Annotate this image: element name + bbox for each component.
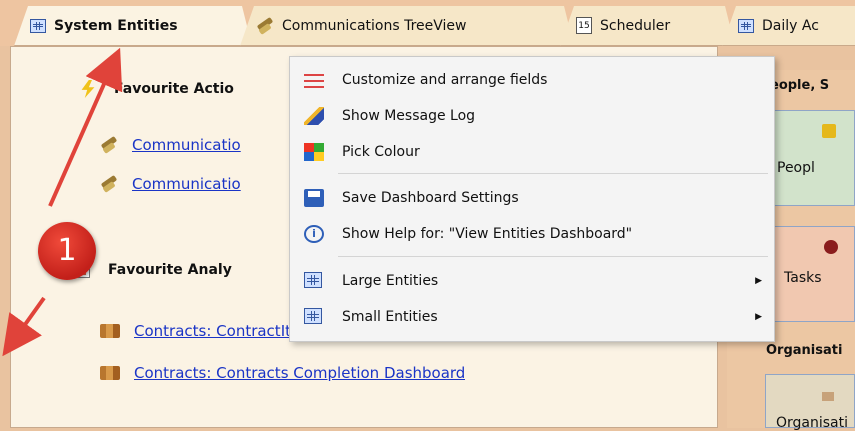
tab-daily-activities[interactable]: Daily Ac bbox=[722, 6, 855, 46]
tab-label: System Entities bbox=[54, 17, 178, 34]
link-text[interactable]: Communicatio bbox=[132, 175, 262, 193]
people-tile-label: Peopl bbox=[777, 160, 815, 176]
favourite-analyses-heading: Favourite Analy bbox=[72, 262, 232, 278]
tab-label: Communications TreeView bbox=[282, 17, 467, 34]
section-title: Favourite Actio bbox=[114, 81, 234, 97]
sliders-icon bbox=[304, 71, 324, 89]
quill-icon bbox=[256, 18, 274, 34]
menu-item-customize-fields[interactable]: Customize and arrange fields bbox=[290, 63, 774, 97]
menu-item-label: Large Entities bbox=[342, 273, 439, 289]
menu-item-pick-colour[interactable]: Pick Colour bbox=[290, 135, 774, 169]
calendar-icon: 15 bbox=[576, 17, 592, 34]
organisation-icon bbox=[822, 392, 834, 401]
people-tile[interactable] bbox=[762, 110, 855, 206]
menu-item-label: Small Entities bbox=[342, 309, 438, 325]
tab-communications-treeview[interactable]: Communications TreeView bbox=[240, 6, 574, 46]
tasks-tile-label: Tasks bbox=[784, 270, 822, 286]
pen-icon bbox=[304, 107, 324, 125]
menu-item-label: Show Message Log bbox=[342, 108, 476, 124]
palette-icon bbox=[304, 143, 324, 161]
tab-system-entities[interactable]: System Entities bbox=[14, 6, 252, 46]
tab-label: Daily Ac bbox=[762, 17, 819, 34]
menu-item-small-entities[interactable]: Small Entities ▶ bbox=[290, 300, 774, 334]
tab-label: Scheduler bbox=[600, 17, 671, 34]
menu-item-large-entities[interactable]: Large Entities ▶ bbox=[290, 264, 774, 298]
grid-icon bbox=[30, 19, 46, 33]
grid-icon bbox=[304, 308, 322, 324]
section-title: Favourite Analy bbox=[108, 262, 232, 278]
menu-item-save-dashboard-settings[interactable]: Save Dashboard Settings bbox=[290, 181, 774, 215]
submenu-arrow-icon: ▶ bbox=[755, 312, 762, 322]
link-text[interactable]: Communicatio bbox=[132, 136, 262, 154]
grid-icon bbox=[304, 272, 322, 288]
menu-item-label: Save Dashboard Settings bbox=[342, 190, 519, 206]
submenu-arrow-icon: ▶ bbox=[755, 276, 762, 286]
menu-item-show-message-log[interactable]: Show Message Log bbox=[290, 99, 774, 133]
quill-icon bbox=[100, 137, 118, 153]
step-badge: 1 bbox=[38, 222, 96, 280]
grid-icon bbox=[738, 19, 754, 33]
menu-item-show-help[interactable]: i Show Help for: "View Entities Dashboar… bbox=[290, 217, 774, 251]
link-text[interactable]: Contracts: Contracts Completion Dashboar… bbox=[134, 364, 465, 382]
menu-item-label: Customize and arrange fields bbox=[342, 72, 548, 88]
menu-item-label: Pick Colour bbox=[342, 144, 420, 160]
tab-strip: System Entities Communications TreeView … bbox=[0, 0, 855, 46]
organisation-tile-label: Organisati bbox=[776, 415, 849, 431]
favourite-action-link[interactable]: Communicatio bbox=[100, 175, 262, 193]
favourite-action-link[interactable]: Communicatio bbox=[100, 136, 262, 154]
organisation-group-header: Organisati bbox=[766, 343, 843, 358]
tab-scheduler[interactable]: 15 Scheduler bbox=[560, 6, 735, 46]
boxes-icon bbox=[100, 366, 120, 380]
favourite-analysis-link[interactable]: Contracts: Contracts Completion Dashboar… bbox=[100, 364, 465, 382]
lightning-icon bbox=[81, 80, 95, 98]
menu-separator bbox=[338, 173, 768, 174]
favourite-actions-heading: Favourite Actio bbox=[80, 80, 234, 98]
gift-icon bbox=[822, 124, 836, 138]
menu-separator bbox=[338, 256, 768, 257]
tasks-icon bbox=[824, 240, 838, 254]
menu-item-label: Show Help for: "View Entities Dashboard" bbox=[342, 226, 633, 242]
save-icon bbox=[304, 189, 324, 207]
boxes-icon bbox=[100, 324, 120, 338]
quill-icon bbox=[100, 176, 118, 192]
help-icon: i bbox=[304, 225, 324, 243]
context-menu: Customize and arrange fields Show Messag… bbox=[289, 56, 775, 342]
people-group-header: eople, S bbox=[770, 78, 830, 93]
